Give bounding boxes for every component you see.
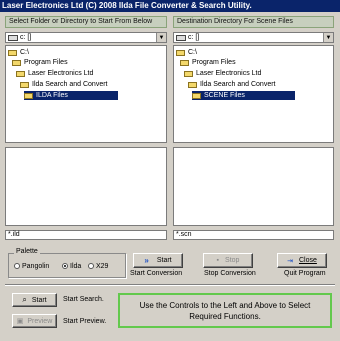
start-conversion-caption: Start Conversion [130,270,183,277]
folder-open-icon [24,92,33,99]
folder-icon [16,70,25,77]
separator [5,284,335,286]
palette-label: Palette [14,248,40,255]
tree-item-label: Ilda Search and Convert [200,81,276,88]
start-search-caption: Start Search. [63,296,104,303]
start-conversion-button[interactable]: » Start [133,253,183,268]
tree-item-label: Program Files [24,59,68,66]
source-mask-input[interactable]: *.ild [5,230,167,240]
source-drive-value: c: [] [20,34,32,41]
stop-conversion-button[interactable]: ▪ Stop [203,253,253,268]
destination-header: Destination Directory For Scene Files [173,16,334,28]
quit-program-caption: Quit Program [284,270,326,277]
tree-item-label: Laser Electronics Ltd [196,70,262,77]
radio-button-selected[interactable] [62,263,68,270]
tree-item-laser-electronics[interactable]: Laser Electronics Ltd [184,69,261,78]
tree-item-ilda-files-selected[interactable]: ILDA Files [24,91,118,100]
radio-x29[interactable]: X29 [88,263,108,270]
button-label: Close [298,257,317,264]
destination-drive-value: c: [] [188,34,200,41]
info-panel: Use the Controls to the Left and Above t… [118,293,332,328]
tree-item-laser-electronics[interactable]: Laser Electronics Ltd [16,69,93,78]
destination-mask-input[interactable]: *.scn [173,230,334,240]
destination-drive-select[interactable]: c: [] ▼ [173,32,334,43]
folder-icon [8,49,17,56]
source-folder-tree[interactable]: C:\ Program Files Laser Electronics Ltd … [5,45,167,143]
folder-icon [180,59,189,66]
folder-icon [20,81,29,88]
button-label: Start [31,296,47,304]
button-label: Preview [27,317,53,325]
folder-icon [12,59,21,66]
drive-icon [176,34,186,41]
tree-item-label: Ilda Search and Convert [32,81,108,88]
tree-item-label: C:\ [20,49,29,56]
tree-item-label: SCENE Files [204,92,245,99]
stop-conversion-caption: Stop Conversion [204,270,256,277]
radio-label: X29 [96,263,109,270]
source-drive-select[interactable]: c: [] ▼ [5,32,167,43]
folder-open-icon [192,92,201,99]
radio-label: Ilda [70,263,82,270]
start-preview-caption: Start Preview. [63,318,107,325]
folder-icon [184,70,193,77]
radio-button[interactable] [14,263,20,270]
folder-icon [188,81,197,88]
info-text: Use the Controls to the Left and Above t… [139,300,311,321]
radio-ilda[interactable]: Ilda [62,263,81,270]
stop-icon: ▪ [216,257,220,264]
start-search-button[interactable]: ⌕ Start [12,293,57,307]
source-file-list[interactable] [5,147,167,226]
chevron-down-icon[interactable]: ▼ [323,33,333,42]
tree-item-ilda-search[interactable]: Ilda Search and Convert [188,80,276,89]
tree-item-root[interactable]: C:\ [176,48,197,57]
destination-folder-tree[interactable]: C:\ Program Files Laser Electronics Ltd … [173,45,334,143]
source-header: Select Folder or Directory to Start From… [5,16,167,28]
window-title-bar[interactable]: Laser Electronics Ltd (C) 2008 Ilda File… [0,0,340,12]
tree-item-program-files[interactable]: Program Files [12,58,68,67]
chevron-down-icon[interactable]: ▼ [156,33,166,42]
radio-button[interactable] [88,263,94,270]
destination-file-list[interactable] [173,147,334,226]
tree-item-label: ILDA Files [36,92,68,99]
radio-pangolin[interactable]: Pangolin [14,263,49,270]
preview-button[interactable]: ▣ Preview [12,314,57,328]
tree-item-label: Program Files [192,59,236,66]
drive-icon [8,34,18,41]
tree-item-ilda-search[interactable]: Ilda Search and Convert [20,80,108,89]
tree-item-label: C:\ [188,49,197,56]
button-label: Start [156,257,172,264]
tree-item-label: Laser Electronics Ltd [28,70,94,77]
tree-item-root[interactable]: C:\ [8,48,29,57]
exit-door-icon: ⇥ [287,257,293,265]
window-title: Laser Electronics Ltd (C) 2008 Ilda File… [2,1,252,10]
folder-icon [176,49,185,56]
fast-forward-icon: » [144,256,149,265]
button-label: Stop [225,257,240,264]
radio-label: Pangolin [22,263,50,270]
preview-icon: ▣ [16,318,24,325]
tree-item-scene-files-selected[interactable]: SCENE Files [192,91,295,100]
tree-item-program-files[interactable]: Program Files [180,58,236,67]
magnifier-icon: ⌕ [22,295,27,304]
close-button[interactable]: ⇥ Close [277,253,327,268]
